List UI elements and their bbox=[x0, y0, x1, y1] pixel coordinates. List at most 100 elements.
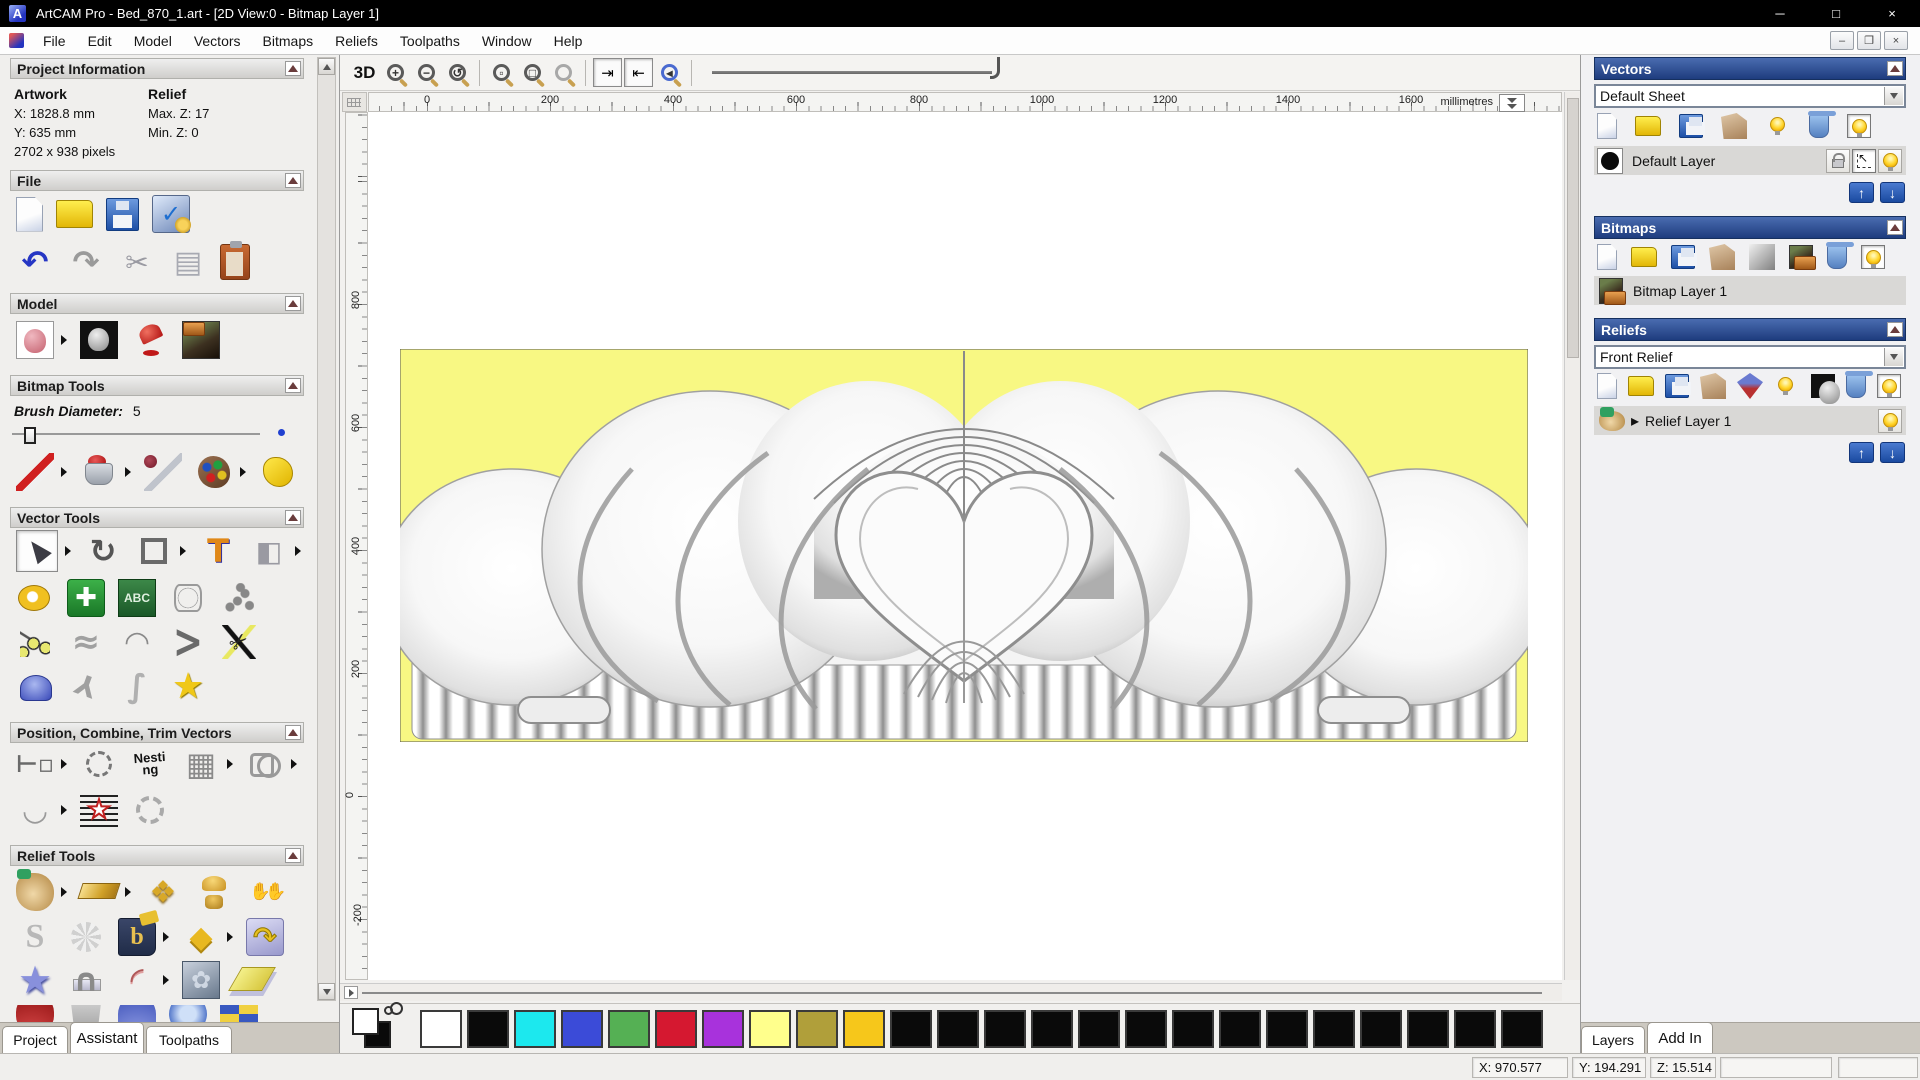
relief-tool-icon[interactable] bbox=[16, 1005, 54, 1023]
palette-swatch[interactable] bbox=[1078, 1010, 1120, 1048]
palette-swatch[interactable] bbox=[1219, 1010, 1261, 1048]
flyout-arrow-icon[interactable] bbox=[61, 759, 67, 769]
move-relief-layer-down-button[interactable]: ↓ bbox=[1880, 442, 1905, 463]
collapse-bitmap-tools-button[interactable] bbox=[285, 378, 301, 393]
palette-swatch[interactable] bbox=[749, 1010, 791, 1048]
position-combine-trim-header[interactable]: Position, Combine, Trim Vectors bbox=[10, 722, 304, 743]
nesting-icon[interactable]: Nesting bbox=[131, 745, 169, 783]
palette-swatch[interactable] bbox=[561, 1010, 603, 1048]
relief-layer-row[interactable]: ▸ Relief Layer 1 bbox=[1594, 406, 1906, 435]
palette-swatch[interactable] bbox=[1172, 1010, 1214, 1048]
two-rail-sweep-icon[interactable] bbox=[118, 961, 156, 999]
relief-selector-dropdown[interactable]: Front Relief bbox=[1594, 345, 1906, 369]
brush-diameter-slider[interactable] bbox=[12, 427, 285, 444]
expand-relief-layer-icon[interactable]: ▸ bbox=[1631, 411, 1639, 431]
palette-swatch[interactable] bbox=[796, 1010, 838, 1048]
palette-swatch[interactable] bbox=[1501, 1010, 1543, 1048]
tab-add-in[interactable]: Add In bbox=[1647, 1022, 1713, 1053]
save-bitmap-layer-icon[interactable] bbox=[1671, 245, 1697, 269]
transform-vectors-icon[interactable] bbox=[84, 532, 122, 570]
dropdown-arrow-icon[interactable] bbox=[1884, 87, 1903, 105]
zoom-previous-icon[interactable]: ↺ bbox=[443, 58, 472, 87]
delete-bitmap-layer-icon[interactable] bbox=[1826, 242, 1854, 269]
save-model-icon[interactable] bbox=[106, 197, 139, 231]
mdi-restore-button[interactable]: ❐ bbox=[1857, 31, 1881, 50]
drawing-canvas[interactable] bbox=[368, 112, 1562, 980]
flip-relief-icon[interactable] bbox=[246, 918, 284, 956]
vector-texture-icon[interactable] bbox=[80, 791, 118, 829]
palette-swatch[interactable] bbox=[655, 1010, 697, 1048]
bitmaps-panel-header[interactable]: Bitmaps bbox=[1594, 216, 1906, 239]
flyout-arrow-icon[interactable] bbox=[291, 759, 297, 769]
collapse-file-button[interactable] bbox=[285, 173, 301, 188]
mdi-minimize-button[interactable]: – bbox=[1830, 31, 1854, 50]
menu-reliefs[interactable]: Reliefs bbox=[324, 29, 389, 53]
redo-icon[interactable] bbox=[67, 243, 105, 281]
freehand-sketch-icon[interactable] bbox=[67, 623, 105, 661]
model-section-header[interactable]: Model bbox=[10, 293, 304, 314]
merge-bitmap-layers-icon[interactable] bbox=[1709, 244, 1735, 270]
menu-file[interactable]: File bbox=[32, 29, 77, 53]
mdi-close-button[interactable]: × bbox=[1884, 31, 1908, 50]
bitmap-layer-row[interactable]: Bitmap Layer 1 bbox=[1594, 276, 1906, 305]
load-bitmap-icon[interactable] bbox=[182, 321, 220, 359]
flood-fill-icon[interactable] bbox=[259, 453, 297, 491]
close-button[interactable]: × bbox=[1864, 0, 1920, 27]
paint-icon[interactable] bbox=[16, 453, 54, 491]
collapse-bitmaps-panel-button[interactable] bbox=[1887, 220, 1903, 235]
new-relief-layer-icon[interactable] bbox=[1597, 373, 1617, 399]
new-bitmap-layer-icon[interactable] bbox=[1597, 244, 1617, 270]
greyscale-relief-icon[interactable] bbox=[1811, 374, 1840, 404]
vector-sheet-dropdown[interactable]: Default Sheet bbox=[1594, 84, 1906, 108]
create-rectangle-icon[interactable] bbox=[135, 532, 173, 570]
edit-colours-icon[interactable] bbox=[195, 453, 233, 491]
canvas-horizontal-scrollbar[interactable] bbox=[340, 983, 1562, 1001]
open-relief-layer-icon[interactable] bbox=[1628, 376, 1654, 396]
tab-assistant[interactable]: Assistant bbox=[70, 1022, 144, 1053]
tab-toolpaths[interactable]: Toolpaths bbox=[146, 1026, 232, 1053]
new-model-icon[interactable] bbox=[16, 196, 43, 232]
vector-tools-header[interactable]: Vector Tools bbox=[10, 507, 304, 528]
swept-profile-icon[interactable] bbox=[16, 918, 54, 956]
flyout-arrow-icon[interactable] bbox=[125, 887, 131, 897]
spin-relief-icon[interactable] bbox=[144, 873, 182, 911]
undo-icon[interactable] bbox=[16, 243, 54, 281]
pan-view-icon[interactable]: ◂ bbox=[655, 58, 684, 87]
flyout-arrow-icon[interactable] bbox=[227, 932, 233, 942]
save-relief-layer-icon[interactable] bbox=[1665, 374, 1691, 398]
primary-colour-swatch[interactable] bbox=[352, 1008, 379, 1035]
weave-wizard-icon[interactable] bbox=[67, 918, 105, 956]
palette-swatch[interactable] bbox=[890, 1010, 932, 1048]
menu-model[interactable]: Model bbox=[123, 29, 183, 53]
texture-relief-icon[interactable] bbox=[182, 961, 220, 999]
palette-swatch[interactable] bbox=[420, 1010, 462, 1048]
palette-swatch[interactable] bbox=[984, 1010, 1026, 1048]
collapse-position-button[interactable] bbox=[285, 725, 301, 740]
new-vector-layer-icon[interactable] bbox=[1597, 113, 1617, 139]
zoom-in-icon[interactable]: + bbox=[381, 58, 410, 87]
create-arc-icon[interactable] bbox=[118, 623, 156, 661]
line-width-handle[interactable] bbox=[990, 56, 1000, 79]
turn-relief-icon[interactable] bbox=[195, 873, 233, 911]
toggle-3d-view-button[interactable]: 3D bbox=[350, 58, 379, 87]
show-all-bitmap-layers-icon[interactable] bbox=[1861, 245, 1885, 269]
move-layer-up-button[interactable]: ↑ bbox=[1849, 182, 1874, 203]
measure-icon[interactable] bbox=[16, 579, 54, 617]
star-wizard-icon[interactable] bbox=[169, 667, 207, 705]
preferences-icon[interactable] bbox=[152, 195, 191, 233]
block-copy-icon[interactable] bbox=[182, 745, 220, 783]
create-polyline-icon[interactable] bbox=[16, 623, 54, 661]
relief-tool-icon[interactable] bbox=[169, 1005, 207, 1023]
palette-swatch[interactable] bbox=[1125, 1010, 1167, 1048]
lighting-material-icon[interactable] bbox=[131, 321, 169, 359]
join-vectors-icon[interactable] bbox=[16, 791, 54, 829]
move-relief-layer-up-button[interactable]: ↑ bbox=[1849, 442, 1874, 463]
reliefs-panel-header[interactable]: Reliefs bbox=[1594, 318, 1906, 341]
zoom-fit-icon[interactable]: □ bbox=[518, 58, 547, 87]
layer-visibility-button[interactable] bbox=[1878, 148, 1902, 173]
join-curve-icon[interactable] bbox=[118, 667, 156, 705]
smooth-relief-icon[interactable] bbox=[16, 869, 54, 911]
flyout-arrow-icon[interactable] bbox=[65, 546, 71, 556]
open-bitmap-layer-icon[interactable] bbox=[1631, 247, 1657, 267]
collapse-vector-tools-button[interactable] bbox=[285, 510, 301, 525]
